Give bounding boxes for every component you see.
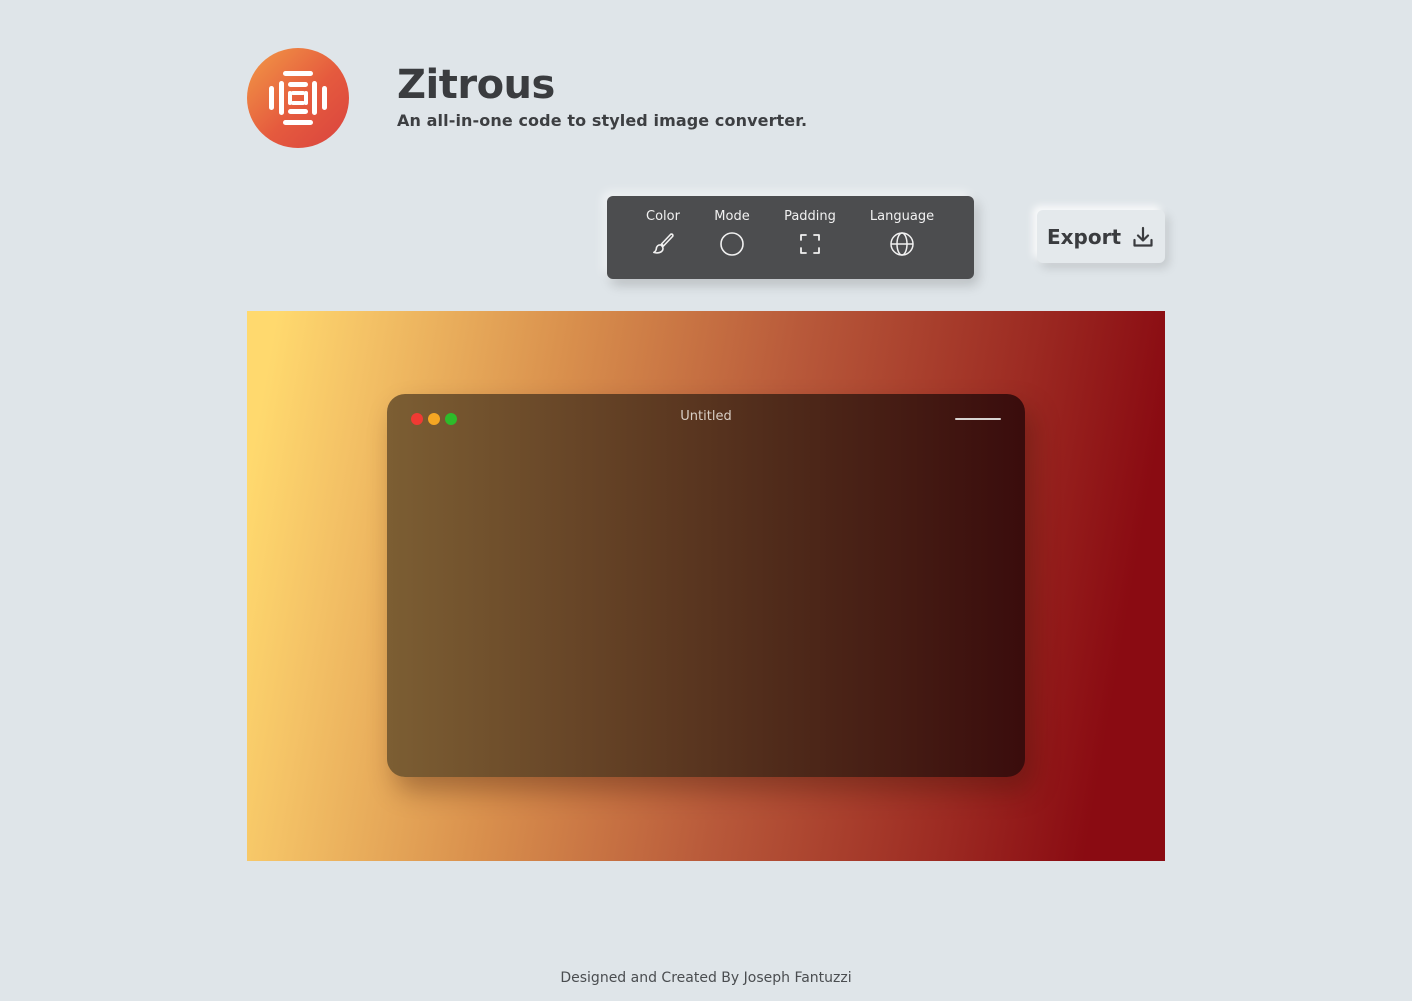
circle-icon — [720, 232, 744, 256]
code-window: Untitled — [387, 394, 1025, 777]
app-logo — [247, 48, 349, 148]
footer-credit: Designed and Created By Joseph Fantuzzi — [560, 970, 852, 986]
app-title: Zitrous — [397, 62, 555, 108]
export-button[interactable]: Export — [1037, 210, 1165, 263]
toolbar-padding-label: Padding — [784, 209, 836, 224]
download-icon — [1133, 226, 1153, 247]
toolbar-language-button[interactable]: Language — [867, 208, 937, 257]
window-title[interactable]: Untitled — [387, 409, 1025, 424]
corners-icon — [800, 234, 820, 254]
app-tagline: An all-in-one code to styled image conve… — [397, 111, 808, 130]
toolbar-padding-button[interactable]: Padding — [781, 208, 839, 257]
style-toolbar: Color Mode Padding Language — [607, 196, 974, 279]
preview-canvas: Untitled — [247, 311, 1165, 861]
toolbar-language-label: Language — [869, 209, 935, 224]
export-label: Export — [1046, 224, 1122, 249]
stacked-lines-icon — [269, 71, 327, 125]
toolbar-mode-button[interactable]: Mode — [712, 208, 752, 257]
toolbar-color-label: Color — [646, 209, 680, 224]
globe-icon — [890, 232, 914, 256]
toolbar-color-button[interactable]: Color — [643, 208, 683, 257]
toolbar-mode-label: Mode — [714, 209, 750, 224]
menu-line-icon — [955, 418, 1001, 420]
brush-icon — [653, 233, 674, 254]
